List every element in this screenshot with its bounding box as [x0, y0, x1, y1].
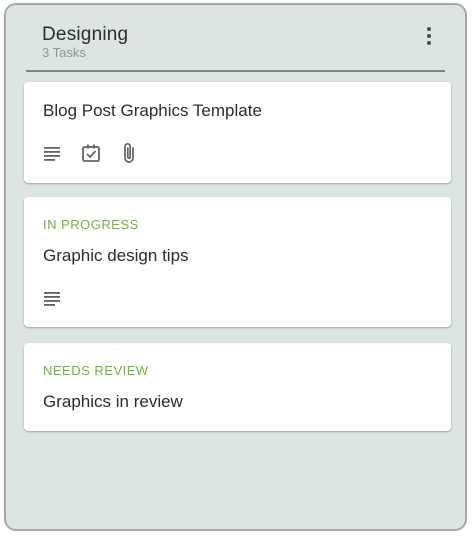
- task-title: Graphics in review: [43, 392, 183, 411]
- column-title: Designing: [42, 24, 129, 45]
- status-label: IN PROGRESS: [43, 217, 139, 232]
- task-title: Graphic design tips: [43, 246, 189, 265]
- task-count: 3 Tasks: [42, 45, 86, 60]
- task-column: Designing 3 Tasks Blog Post Graphics Tem…: [4, 3, 467, 531]
- attachment-icon: [121, 142, 139, 164]
- task-card[interactable]: Blog Post Graphics Template: [24, 82, 451, 183]
- description-icon: [43, 289, 61, 307]
- description-icon: [43, 144, 61, 162]
- task-card[interactable]: IN PROGRESS Graphic design tips: [24, 197, 451, 327]
- task-icons: [43, 289, 61, 307]
- more-vertical-icon[interactable]: [425, 27, 433, 47]
- task-icons: [43, 142, 139, 164]
- task-card[interactable]: NEEDS REVIEW Graphics in review: [24, 343, 451, 431]
- status-label: NEEDS REVIEW: [43, 363, 149, 378]
- checklist-icon: [81, 143, 101, 163]
- task-title: Blog Post Graphics Template: [43, 101, 262, 120]
- column-header: Designing 3 Tasks: [26, 5, 445, 72]
